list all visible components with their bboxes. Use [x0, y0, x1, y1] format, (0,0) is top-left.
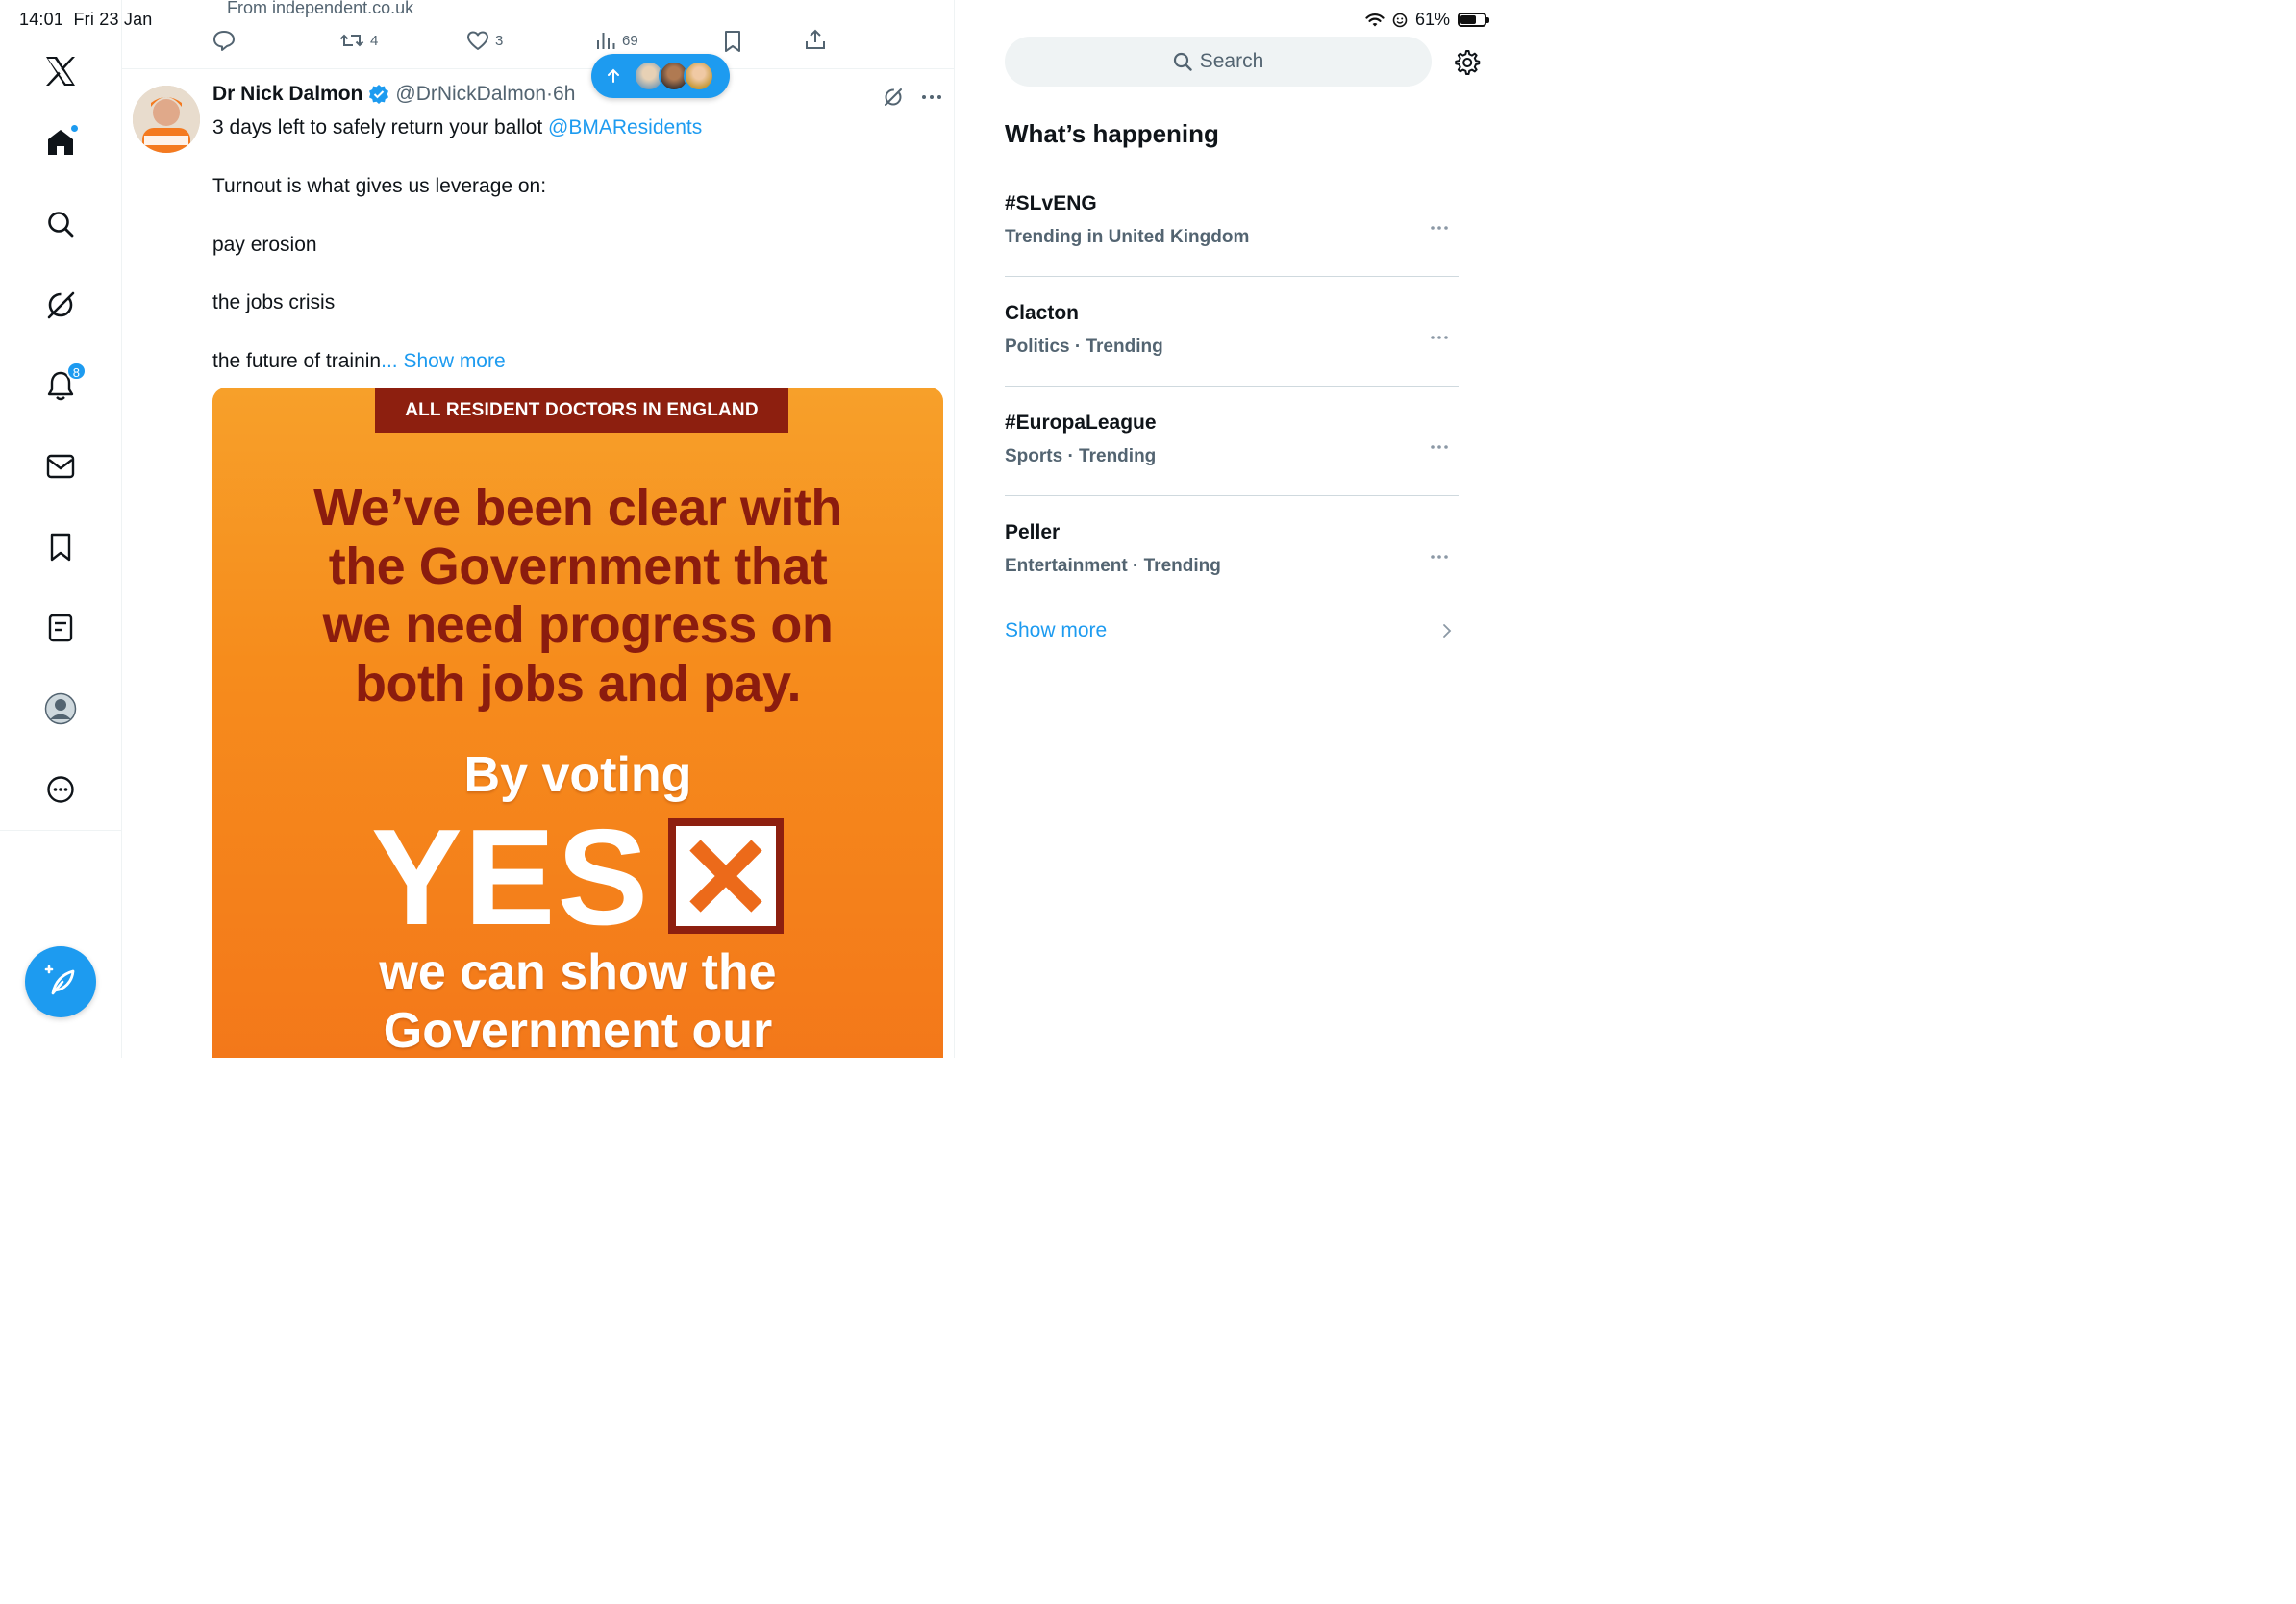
trend-item[interactable]: Clacton Politics · Trending: [1005, 302, 1459, 412]
reply-icon: [213, 31, 235, 51]
post-text-line: pay erosion: [212, 234, 317, 256]
grok-icon[interactable]: [883, 87, 904, 108]
section-title: What’s happening: [1005, 119, 1219, 148]
image-headline-line: the Government that: [328, 538, 828, 595]
post-text-line: Turnout is what gives us leverage on:: [212, 175, 547, 197]
author-handle[interactable]: @DrNickDalmon·6h: [395, 83, 575, 106]
settings-gear-icon[interactable]: [1452, 48, 1481, 82]
show-more-link[interactable]: ... Show more: [381, 350, 506, 372]
trend-more-icon[interactable]: [1430, 225, 1449, 231]
image-bottom-text: we can show the Government our: [212, 943, 943, 1058]
like-count: 3: [495, 32, 504, 49]
previous-post-actions: 4 3 69: [122, 25, 954, 60]
arrow-up-icon: [608, 68, 619, 83]
profile-icon[interactable]: [38, 687, 83, 731]
mention-link[interactable]: @BMAResidents: [548, 116, 702, 138]
views-button[interactable]: 69: [595, 30, 638, 51]
mail-icon[interactable]: [38, 444, 83, 489]
show-more-link[interactable]: Show more: [1005, 619, 1107, 642]
trend-item[interactable]: #SLvENG Trending in United Kingdom: [1005, 192, 1459, 302]
chevron-right-icon[interactable]: [1442, 623, 1452, 639]
post-image[interactable]: ALL RESIDENT DOCTORS IN ENGLAND We’ve be…: [212, 388, 943, 1058]
search-icon: [1173, 52, 1192, 71]
post-header: Dr Nick Dalmon @DrNickDalmon·6h: [212, 83, 575, 106]
reply-button[interactable]: [212, 30, 236, 51]
sidebar-divider: [0, 830, 122, 831]
post-text-line: the jobs crisis: [212, 291, 336, 313]
search-icon[interactable]: [38, 202, 83, 246]
repost-count: 4: [370, 32, 379, 49]
bookmark-icon: [725, 31, 740, 52]
trend-divider: [1005, 386, 1459, 387]
more-options-icon[interactable]: [921, 94, 942, 100]
notifications-badge: 8: [65, 362, 87, 381]
bookmark-icon[interactable]: [38, 525, 83, 569]
post-text-line: the future of trainin... Show more: [212, 350, 506, 373]
trend-name: #EuropaLeague: [1005, 412, 1157, 434]
new-posts-pill[interactable]: [591, 54, 730, 98]
trend-name: #SLvENG: [1005, 192, 1097, 214]
image-voting-text: By voting: [463, 747, 692, 803]
trend-item[interactable]: #EuropaLeague Sports · Trending: [1005, 412, 1459, 521]
main-feed: From independent.co.uk 4 3 69 Dr Nick Da…: [122, 0, 955, 1058]
author-name[interactable]: Dr Nick Dalmon: [212, 83, 362, 106]
trend-name: Clacton: [1005, 302, 1080, 324]
compose-button[interactable]: [25, 946, 96, 1017]
x-logo-icon[interactable]: [38, 49, 83, 93]
ballot-cross-icon: [668, 818, 784, 934]
image-headline-line: we need progress on: [322, 596, 834, 654]
post-divider: [122, 68, 954, 69]
trend-divider: [1005, 495, 1459, 496]
right-panel: Search What’s happening #SLvENG Trending…: [956, 0, 1500, 1058]
home-notification-dot: [70, 124, 79, 133]
notifications-bell-icon[interactable]: 8: [38, 362, 87, 408]
trend-name: Peller: [1005, 521, 1061, 543]
repost-button[interactable]: 4: [339, 30, 378, 51]
pill-avatar: [684, 61, 714, 91]
search-placeholder: Search: [1199, 50, 1264, 72]
image-headline-line: both jobs and pay.: [354, 655, 802, 713]
trend-more-icon[interactable]: [1430, 554, 1449, 560]
left-sidebar: 8: [0, 0, 122, 1058]
image-headline: We’ve been clear with the Government tha…: [212, 479, 943, 714]
grok-icon[interactable]: [38, 283, 83, 327]
trend-more-icon[interactable]: [1430, 444, 1449, 450]
trend-more-icon[interactable]: [1430, 335, 1449, 340]
author-avatar[interactable]: [133, 86, 200, 153]
share-button[interactable]: [804, 28, 827, 51]
more-icon[interactable]: [38, 767, 83, 812]
link-source[interactable]: From independent.co.uk: [227, 0, 413, 18]
post-text: the future of trainin: [212, 350, 382, 372]
trend-meta: Politics · Trending: [1005, 337, 1163, 357]
heart-icon: [467, 31, 488, 50]
trend-item[interactable]: Peller Entertainment · Trending: [1005, 521, 1459, 631]
bookmark-post-button[interactable]: [723, 30, 742, 53]
post-text-line: 3 days left to safely return your ballot…: [212, 116, 702, 139]
like-button[interactable]: 3: [466, 30, 503, 51]
lists-icon[interactable]: [38, 606, 83, 650]
trend-meta: Sports · Trending: [1005, 446, 1157, 466]
trend-meta: Entertainment · Trending: [1005, 556, 1221, 576]
repost-icon: [339, 34, 364, 47]
views-count: 69: [622, 32, 638, 49]
analytics-icon: [597, 33, 615, 49]
search-input[interactable]: Search: [1005, 37, 1432, 87]
trend-meta: Trending in United Kingdom: [1005, 227, 1250, 247]
image-banner-text: ALL RESIDENT DOCTORS IN ENGLAND: [375, 388, 788, 433]
share-icon: [806, 29, 825, 49]
image-bottom-line: Government our: [383, 1003, 773, 1058]
post-text: 3 days left to safely return your ballot: [212, 116, 549, 138]
image-headline-line: We’ve been clear with: [313, 479, 842, 537]
trend-divider: [1005, 276, 1459, 277]
verified-badge-icon: [369, 85, 389, 104]
compose-feather-icon: [44, 965, 75, 995]
image-bottom-line: we can show the: [379, 944, 777, 1000]
post-tools: [883, 87, 942, 108]
home-icon[interactable]: [38, 120, 83, 164]
image-yes-text: YES: [371, 801, 651, 954]
